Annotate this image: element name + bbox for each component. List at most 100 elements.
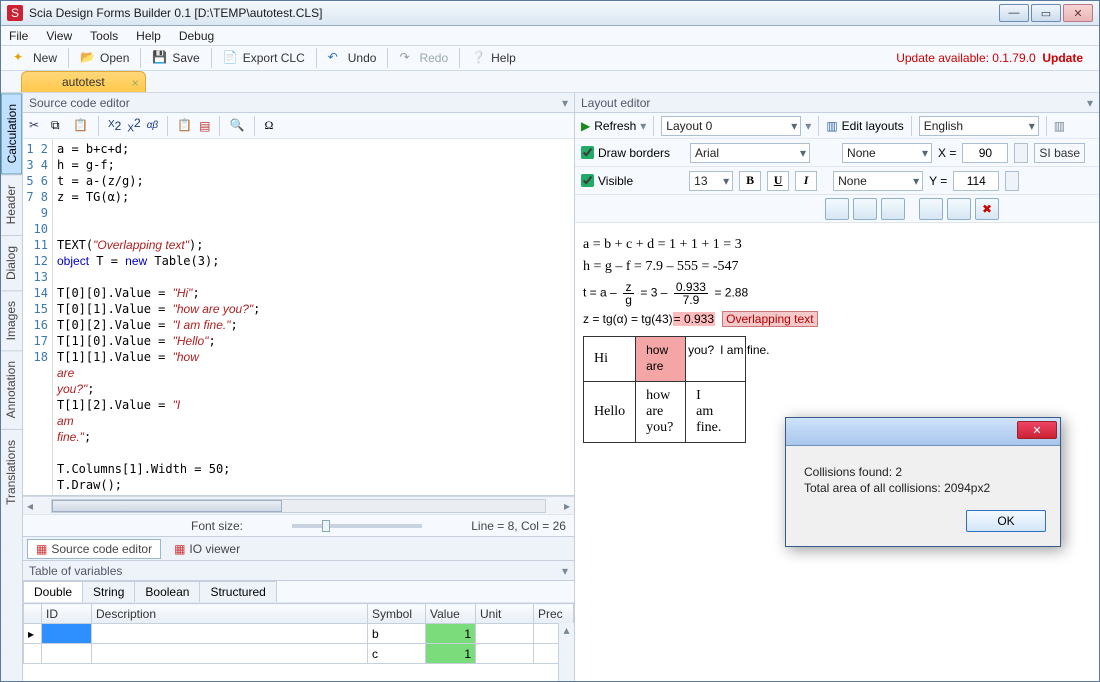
italic-button[interactable]: I xyxy=(795,171,817,191)
menu-tools[interactable]: Tools xyxy=(90,29,118,43)
layout-drop-icon[interactable]: ▾ xyxy=(805,119,811,133)
undo-icon xyxy=(328,50,344,66)
language-combo[interactable]: English xyxy=(919,116,1039,136)
help-button[interactable]: Help xyxy=(465,48,522,68)
edit-layouts-button[interactable]: Edit layouts xyxy=(842,119,904,133)
size-combo[interactable]: 13 xyxy=(689,171,733,191)
visible-checkbox[interactable]: Visible xyxy=(581,174,633,188)
main-toolbar: New Open Save Export CLC Undo Redo Help … xyxy=(1,46,1099,71)
equation-2: h = g – f = 7.9 – 555 = -547 xyxy=(583,259,1091,275)
menu-file[interactable]: File xyxy=(9,29,28,43)
undo-button[interactable]: Undo xyxy=(322,48,383,68)
maximize-button[interactable]: ▭ xyxy=(1031,4,1061,22)
layout-editor-title: Layout editor▾ xyxy=(575,93,1099,113)
document-tab[interactable]: autotest × xyxy=(21,71,146,92)
message-dialog: ✕ Collisions found: 2 Total area of all … xyxy=(785,417,1061,547)
font-combo[interactable]: Arial xyxy=(690,143,810,163)
paste-icon[interactable] xyxy=(73,118,89,134)
style-combo-1[interactable]: None xyxy=(842,143,932,163)
window-title: Scia Design Forms Builder 0.1 [D:\TEMP\a… xyxy=(29,6,997,20)
overlap-badge: Overlapping text xyxy=(722,311,817,327)
panel-dropdown-icon[interactable]: ▾ xyxy=(562,96,568,110)
clipboard-icon[interactable] xyxy=(177,118,193,134)
redo-button[interactable]: Redo xyxy=(393,48,454,68)
layout-combo[interactable]: Layout 0 xyxy=(661,116,801,136)
tov-tab-boolean[interactable]: Boolean xyxy=(134,581,200,602)
si-base-button[interactable]: SI base xyxy=(1034,143,1085,163)
variables-grid[interactable]: ID Description Symbol Value Unit Prec ▸ … xyxy=(23,603,574,664)
document-tab-label: autotest xyxy=(62,75,105,89)
help-icon xyxy=(471,50,487,66)
menu-help[interactable]: Help xyxy=(136,29,161,43)
table-row[interactable]: ▸ b 1 2 xyxy=(24,624,574,644)
table-row[interactable]: c 1 2 xyxy=(24,644,574,664)
tov-tab-structured[interactable]: Structured xyxy=(199,581,276,602)
y-input[interactable] xyxy=(953,171,999,191)
tool-btn-2[interactable] xyxy=(853,198,877,220)
code-hscroll[interactable]: ◂▸ xyxy=(23,496,574,514)
tool-btn-4[interactable] xyxy=(919,198,943,220)
open-icon xyxy=(80,50,96,66)
tool-btn-delete[interactable]: ✖ xyxy=(975,198,999,220)
vtab-images[interactable]: Images xyxy=(1,290,22,350)
search-icon[interactable] xyxy=(229,118,245,134)
y-spinner[interactable] xyxy=(1005,171,1019,191)
cursor-status: Line = 8, Col = 26 xyxy=(471,519,566,533)
tov-tab-double[interactable]: Double xyxy=(23,581,83,602)
vtab-dialog[interactable]: Dialog xyxy=(1,235,22,290)
subscript-icon[interactable]: X2 xyxy=(108,119,121,133)
update-link[interactable]: Update xyxy=(1042,51,1083,65)
dialog-close-button[interactable]: ✕ xyxy=(1017,421,1057,439)
save-icon xyxy=(152,50,168,66)
minimize-button[interactable]: — xyxy=(999,4,1029,22)
book-icon[interactable]: ▤ xyxy=(199,119,210,133)
menu-debug[interactable]: Debug xyxy=(179,29,214,43)
svg-text:S: S xyxy=(11,6,19,20)
tov-tab-string[interactable]: String xyxy=(82,581,135,602)
new-button[interactable]: New xyxy=(7,48,63,68)
close-button[interactable]: ✕ xyxy=(1063,4,1093,22)
omega-icon[interactable] xyxy=(264,118,280,134)
play-icon[interactable]: ▶ xyxy=(581,119,590,133)
save-button[interactable]: Save xyxy=(146,48,205,68)
font-size-label: Font size: xyxy=(191,519,243,533)
vtab-calculation[interactable]: Calculation xyxy=(1,93,22,174)
bold-button[interactable]: B xyxy=(739,171,761,191)
layout-dropdown-icon[interactable]: ▾ xyxy=(1087,96,1093,110)
tool-btn-1[interactable] xyxy=(825,198,849,220)
edit-layouts-icon[interactable]: ▥ xyxy=(826,119,837,133)
cut-icon[interactable] xyxy=(29,118,45,134)
export-button[interactable]: Export CLC xyxy=(217,48,311,68)
code-area[interactable]: a = b+c+d; h = g-f; t = a-(z/g); z = TG(… xyxy=(53,139,574,495)
tool-btn-5[interactable] xyxy=(947,198,971,220)
font-size-slider[interactable] xyxy=(292,524,422,528)
tov-dropdown-icon[interactable]: ▾ xyxy=(562,564,568,578)
tab-close-icon[interactable]: × xyxy=(132,76,139,90)
superscript-icon[interactable]: X2 xyxy=(127,116,140,134)
side-tabs: Calculation Header Dialog Images Annotat… xyxy=(1,93,23,681)
copy-icon[interactable] xyxy=(51,118,67,134)
settings-icon[interactable]: ▥ xyxy=(1054,119,1065,133)
menu-view[interactable]: View xyxy=(46,29,72,43)
bottom-tab-io[interactable]: ▦IO viewer xyxy=(165,539,249,559)
editor-toolbar: X2 X2 αβ ▤ xyxy=(23,113,574,139)
vtab-annotation[interactable]: Annotation xyxy=(1,350,22,428)
dialog-ok-button[interactable]: OK xyxy=(966,510,1046,532)
tool-btn-3[interactable] xyxy=(881,198,905,220)
equation-1: a = b + c + d = 1 + 1 + 1 = 3 xyxy=(583,237,1091,253)
underline-button[interactable]: U xyxy=(767,171,789,191)
vtab-translations[interactable]: Translations xyxy=(1,429,22,515)
x-spinner[interactable] xyxy=(1014,143,1028,163)
bottom-tab-source[interactable]: ▦Source code editor xyxy=(27,539,161,559)
refresh-button[interactable]: Refresh xyxy=(594,119,636,133)
grid-vscroll[interactable]: ▴ xyxy=(558,623,574,681)
vtab-header[interactable]: Header xyxy=(1,174,22,234)
greek-icon[interactable]: αβ xyxy=(147,120,158,131)
x-input[interactable] xyxy=(962,143,1008,163)
draw-borders-checkbox[interactable]: Draw borders xyxy=(581,146,670,160)
equation-3: t = a – zg = 3 – 0.9337.9 = 2.88 xyxy=(583,281,1091,306)
line-gutter: 1 2 3 4 5 6 7 8 9 10 11 12 13 14 15 16 1… xyxy=(23,139,53,495)
style-combo-2[interactable]: None xyxy=(833,171,923,191)
open-button[interactable]: Open xyxy=(74,48,135,68)
refresh-drop-icon[interactable]: ▾ xyxy=(640,119,646,133)
